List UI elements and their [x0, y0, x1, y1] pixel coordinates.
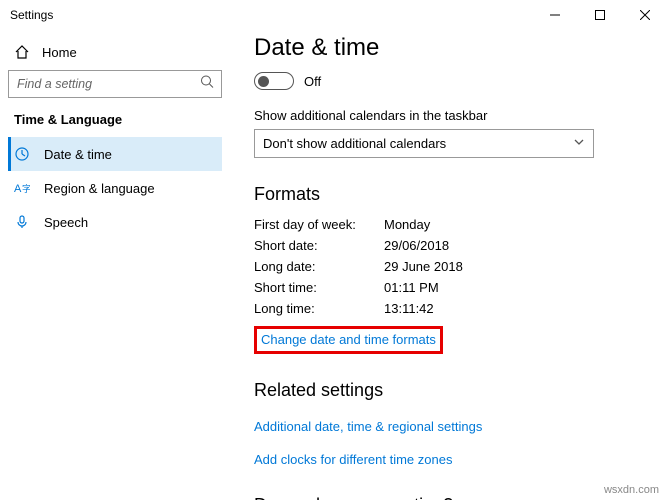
search-input[interactable] [8, 70, 222, 98]
clock-icon [14, 146, 30, 162]
microphone-icon [14, 214, 30, 230]
dropdown-value: Don't show additional calendars [263, 136, 446, 151]
maximize-button[interactable] [577, 0, 622, 30]
sidebar-item-label: Region & language [44, 181, 155, 196]
window-title: Settings [10, 8, 53, 22]
format-key: Long time: [254, 301, 384, 316]
close-button[interactable] [622, 0, 667, 30]
add-clocks-link[interactable]: Add clocks for different time zones [254, 452, 452, 467]
sidebar-item-speech[interactable]: Speech [8, 205, 222, 239]
region-icon: A字 [14, 180, 30, 196]
format-key: Short date: [254, 238, 384, 253]
toggle-switch[interactable] [254, 72, 294, 90]
formats-table: First day of week: Monday Short date: 29… [254, 217, 643, 316]
format-row: Short time: 01:11 PM [254, 280, 643, 295]
format-row: Short date: 29/06/2018 [254, 238, 643, 253]
additional-settings-link[interactable]: Additional date, time & regional setting… [254, 419, 482, 434]
format-value: Monday [384, 217, 430, 232]
svg-text:A: A [14, 183, 22, 195]
sidebar-item-label: Date & time [44, 147, 112, 162]
sidebar-section-title: Time & Language [8, 112, 222, 137]
page-title: Date & time [254, 34, 643, 62]
search-container [8, 70, 222, 98]
sidebar-item-date-time[interactable]: Date & time [8, 137, 222, 171]
sidebar: Home Time & Language Date & time A字 R [0, 30, 230, 500]
format-key: First day of week: [254, 217, 384, 232]
related-settings-heading: Related settings [254, 380, 643, 401]
format-value: 01:11 PM [384, 280, 439, 295]
format-row: First day of week: Monday [254, 217, 643, 232]
format-row: Long time: 13:11:42 [254, 301, 643, 316]
formats-heading: Formats [254, 184, 643, 205]
format-value: 13:11:42 [384, 301, 434, 316]
watermark: wsxdn.com [604, 484, 659, 496]
change-formats-link[interactable]: Change date and time formats [261, 332, 436, 347]
format-value: 29 June 2018 [384, 259, 463, 274]
sidebar-item-region-language[interactable]: A字 Region & language [8, 171, 222, 205]
titlebar: Settings [0, 0, 667, 30]
home-icon [14, 44, 30, 60]
highlight-box: Change date and time formats [254, 326, 443, 354]
question-heading: Do you have a question? [254, 495, 643, 500]
svg-text:字: 字 [22, 183, 30, 194]
calendars-dropdown[interactable]: Don't show additional calendars [254, 129, 594, 158]
minimize-button[interactable] [532, 0, 577, 30]
toggle-state-label: Off [304, 74, 321, 89]
sidebar-item-label: Speech [44, 215, 88, 230]
search-icon [200, 75, 214, 94]
format-row: Long date: 29 June 2018 [254, 259, 643, 274]
chevron-down-icon [573, 136, 585, 151]
sidebar-home-label: Home [42, 45, 77, 60]
format-key: Short time: [254, 280, 384, 295]
sidebar-home[interactable]: Home [8, 38, 222, 70]
format-key: Long date: [254, 259, 384, 274]
additional-calendars-label: Show additional calendars in the taskbar [254, 108, 643, 123]
main-content: Date & time Off Show additional calendar… [230, 30, 667, 500]
format-value: 29/06/2018 [384, 238, 449, 253]
